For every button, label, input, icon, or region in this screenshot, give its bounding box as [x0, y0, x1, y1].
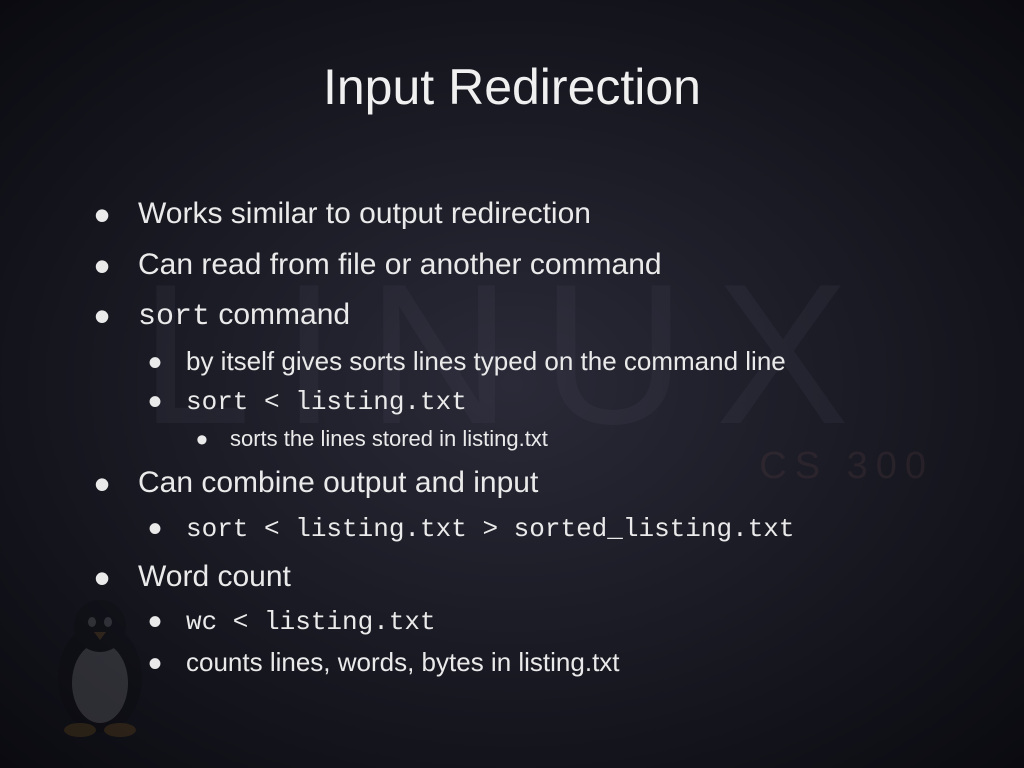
- list-item: Works similar to output redirection: [80, 194, 944, 235]
- bullet-list: Works similar to output redirection Can …: [80, 194, 944, 680]
- bullet-text: Works similar to output redirection: [138, 197, 591, 230]
- list-item: sort < listing.txt > sorted_listing.txt: [138, 510, 944, 547]
- bullet-text: Word count: [138, 560, 291, 593]
- list-item: Can combine output and input sort < list…: [80, 463, 944, 547]
- list-item: wc < listing.txt: [138, 603, 944, 640]
- bullet-text: counts lines, words, bytes in listing.tx…: [186, 647, 620, 677]
- bullet-text: Can read from file or another command: [138, 248, 662, 281]
- bullet-text: Can combine output and input: [138, 466, 538, 499]
- list-item: sort < listing.txt sorts the lines store…: [138, 383, 944, 454]
- slide-title: Input Redirection: [80, 58, 944, 116]
- code-token: sort < listing.txt > sorted_listing.txt: [186, 514, 795, 544]
- bullet-text: by itself gives sorts lines typed on the…: [186, 346, 786, 376]
- list-item: Can read from file or another command: [80, 245, 944, 286]
- list-item: by itself gives sorts lines typed on the…: [138, 344, 944, 379]
- code-token: sort: [138, 300, 210, 334]
- list-item: counts lines, words, bytes in listing.tx…: [138, 645, 944, 680]
- list-item: sort command by itself gives sorts lines…: [80, 295, 944, 453]
- bullet-text: sorts the lines stored in listing.txt: [230, 426, 548, 451]
- bullet-text: command: [210, 298, 350, 331]
- code-token: sort < listing.txt: [186, 387, 467, 417]
- list-item: Word count wc < listing.txt counts lines…: [80, 557, 944, 680]
- slide-content: Input Redirection Works similar to outpu…: [0, 0, 1024, 768]
- list-item: sorts the lines stored in listing.txt: [186, 424, 944, 454]
- code-token: wc < listing.txt: [186, 607, 436, 637]
